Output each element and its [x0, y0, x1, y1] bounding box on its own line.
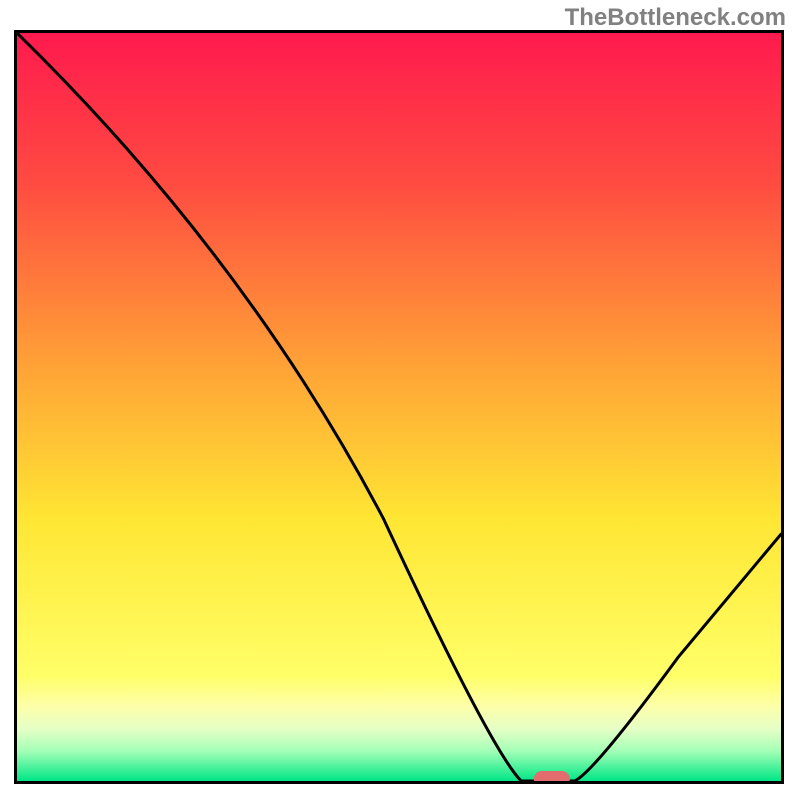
bottleneck-chart	[17, 33, 781, 781]
optimal-point-marker	[534, 771, 570, 781]
chart-frame	[14, 30, 784, 784]
gradient-background	[17, 33, 781, 781]
watermark-label: TheBottleneck.com	[565, 4, 786, 32]
